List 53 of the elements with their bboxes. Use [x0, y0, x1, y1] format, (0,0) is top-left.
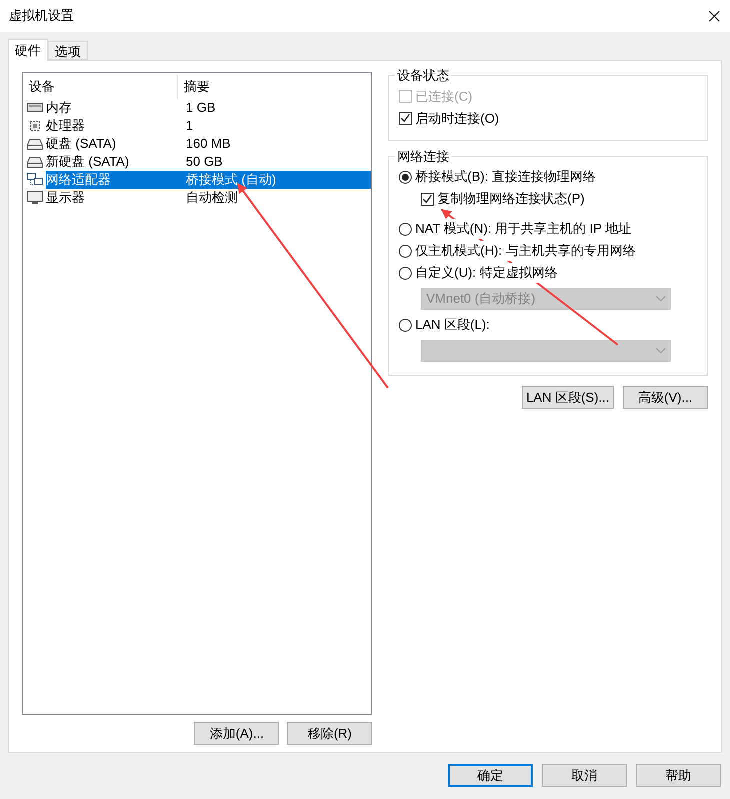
radio-button[interactable] — [399, 244, 412, 258]
remove-button[interactable]: 移除(R) — [287, 722, 372, 745]
device-summary: 自动检测 — [185, 189, 239, 207]
device-summary: 桥接模式 (自动) — [182, 171, 372, 189]
radio-label: 仅主机模式(H): 与主机共享的专用网络 — [415, 241, 636, 261]
lan-segment-button[interactable]: LAN 区段(S)... — [522, 386, 614, 409]
advanced-button[interactable]: 高级(V)... — [623, 386, 708, 409]
device-summary: 160 MB — [185, 135, 232, 153]
dialog-button[interactable]: 帮助 — [636, 764, 721, 787]
device-name: 显示器 — [46, 189, 86, 207]
close-icon[interactable] — [709, 10, 720, 22]
checkbox[interactable] — [399, 112, 412, 125]
device-summary: 1 GB — [185, 99, 217, 117]
radio-button[interactable] — [399, 222, 412, 236]
device-row[interactable]: 新硬盘 (SATA) 50 GB — [23, 153, 372, 171]
device-summary: 50 GB — [185, 153, 224, 171]
group-title: 网络连接 — [396, 148, 450, 166]
radio-label: 自定义(U): 特定虚拟网络 — [415, 263, 558, 283]
group-title: 设备状态 — [396, 67, 450, 85]
window-title: 虚拟机设置 — [9, 7, 74, 26]
chevron-down-icon — [656, 296, 666, 302]
device-row[interactable]: 处理器 1 — [23, 117, 372, 135]
dialog-button[interactable]: 确定 — [448, 764, 533, 787]
column-header[interactable]: 设备 — [23, 75, 178, 99]
device-name: 网络适配器 — [46, 171, 182, 189]
device-name: 硬盘 (SATA) — [46, 135, 118, 153]
device-row[interactable]: 网络适配器 桥接模式 (自动) — [23, 171, 372, 189]
tab[interactable]: 硬件 — [8, 39, 48, 61]
device-name: 新硬盘 (SATA) — [46, 153, 130, 171]
network-icon — [27, 173, 43, 187]
device-row[interactable]: 显示器 自动检测 — [23, 189, 372, 207]
radio-label: 桥接模式(B): 直接连接物理网络 — [415, 167, 596, 187]
add-button[interactable]: 添加(A)... — [194, 722, 280, 745]
column-header[interactable]: 摘要 — [178, 75, 372, 99]
tab[interactable]: 选项 — [48, 41, 88, 60]
chevron-down-icon — [656, 348, 666, 354]
monitor-icon — [27, 191, 43, 205]
device-row[interactable]: 硬盘 (SATA) 160 MB — [23, 135, 372, 153]
checkbox-label: 已连接(C) — [415, 88, 473, 106]
device-row[interactable]: 内存 1 GB — [23, 99, 372, 117]
device-summary: 1 — [185, 117, 194, 135]
device-name: 内存 — [46, 99, 73, 117]
radio-label: LAN 区段(L): — [415, 315, 490, 335]
radio-button[interactable] — [399, 170, 412, 184]
memory-icon — [27, 101, 43, 115]
checkbox[interactable] — [421, 192, 434, 206]
checkbox-label: 复制物理网络连接状态(P) — [437, 190, 585, 208]
radio-label: NAT 模式(N): 用于共享主机的 IP 地址 — [415, 219, 632, 239]
dialog-button[interactable]: 取消 — [542, 764, 627, 787]
device-name: 处理器 — [46, 117, 86, 135]
radio-button[interactable] — [399, 266, 412, 280]
radio-button[interactable] — [399, 318, 412, 332]
checkbox-label: 启动时连接(O) — [415, 110, 500, 128]
